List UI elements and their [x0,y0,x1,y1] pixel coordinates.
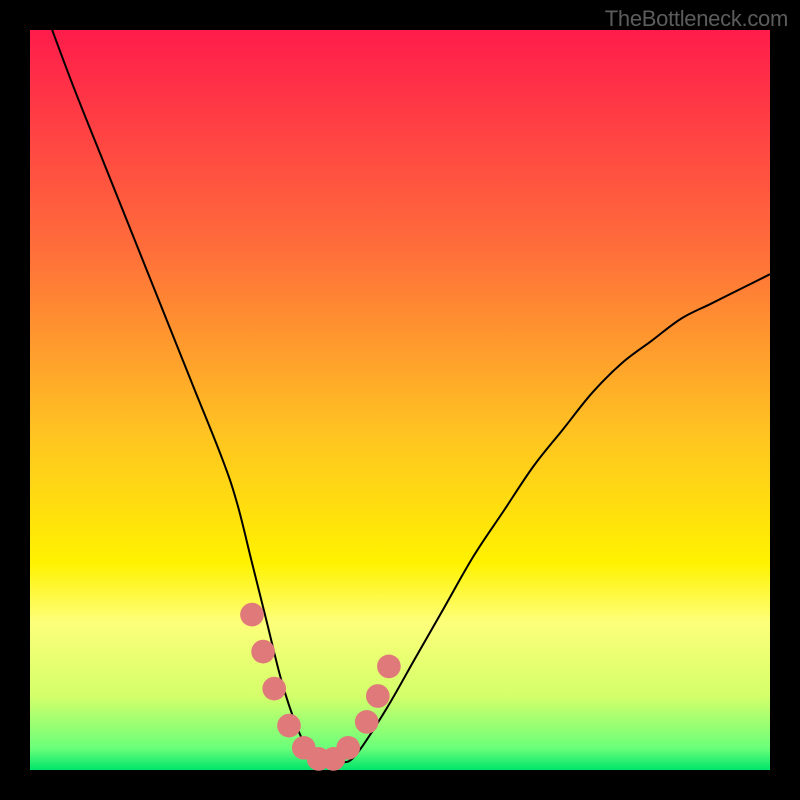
threshold-point [262,677,286,701]
threshold-markers [240,603,401,771]
threshold-point [240,603,264,627]
threshold-point [377,655,401,679]
threshold-point [355,710,379,734]
bottleneck-curve [52,30,770,764]
threshold-point [336,736,360,760]
chart-plot [30,30,770,770]
bottleneck-chart [30,30,770,770]
threshold-point [251,640,275,664]
watermark: TheBottleneck.com [605,6,788,32]
threshold-point [366,684,390,708]
threshold-point [277,714,301,738]
